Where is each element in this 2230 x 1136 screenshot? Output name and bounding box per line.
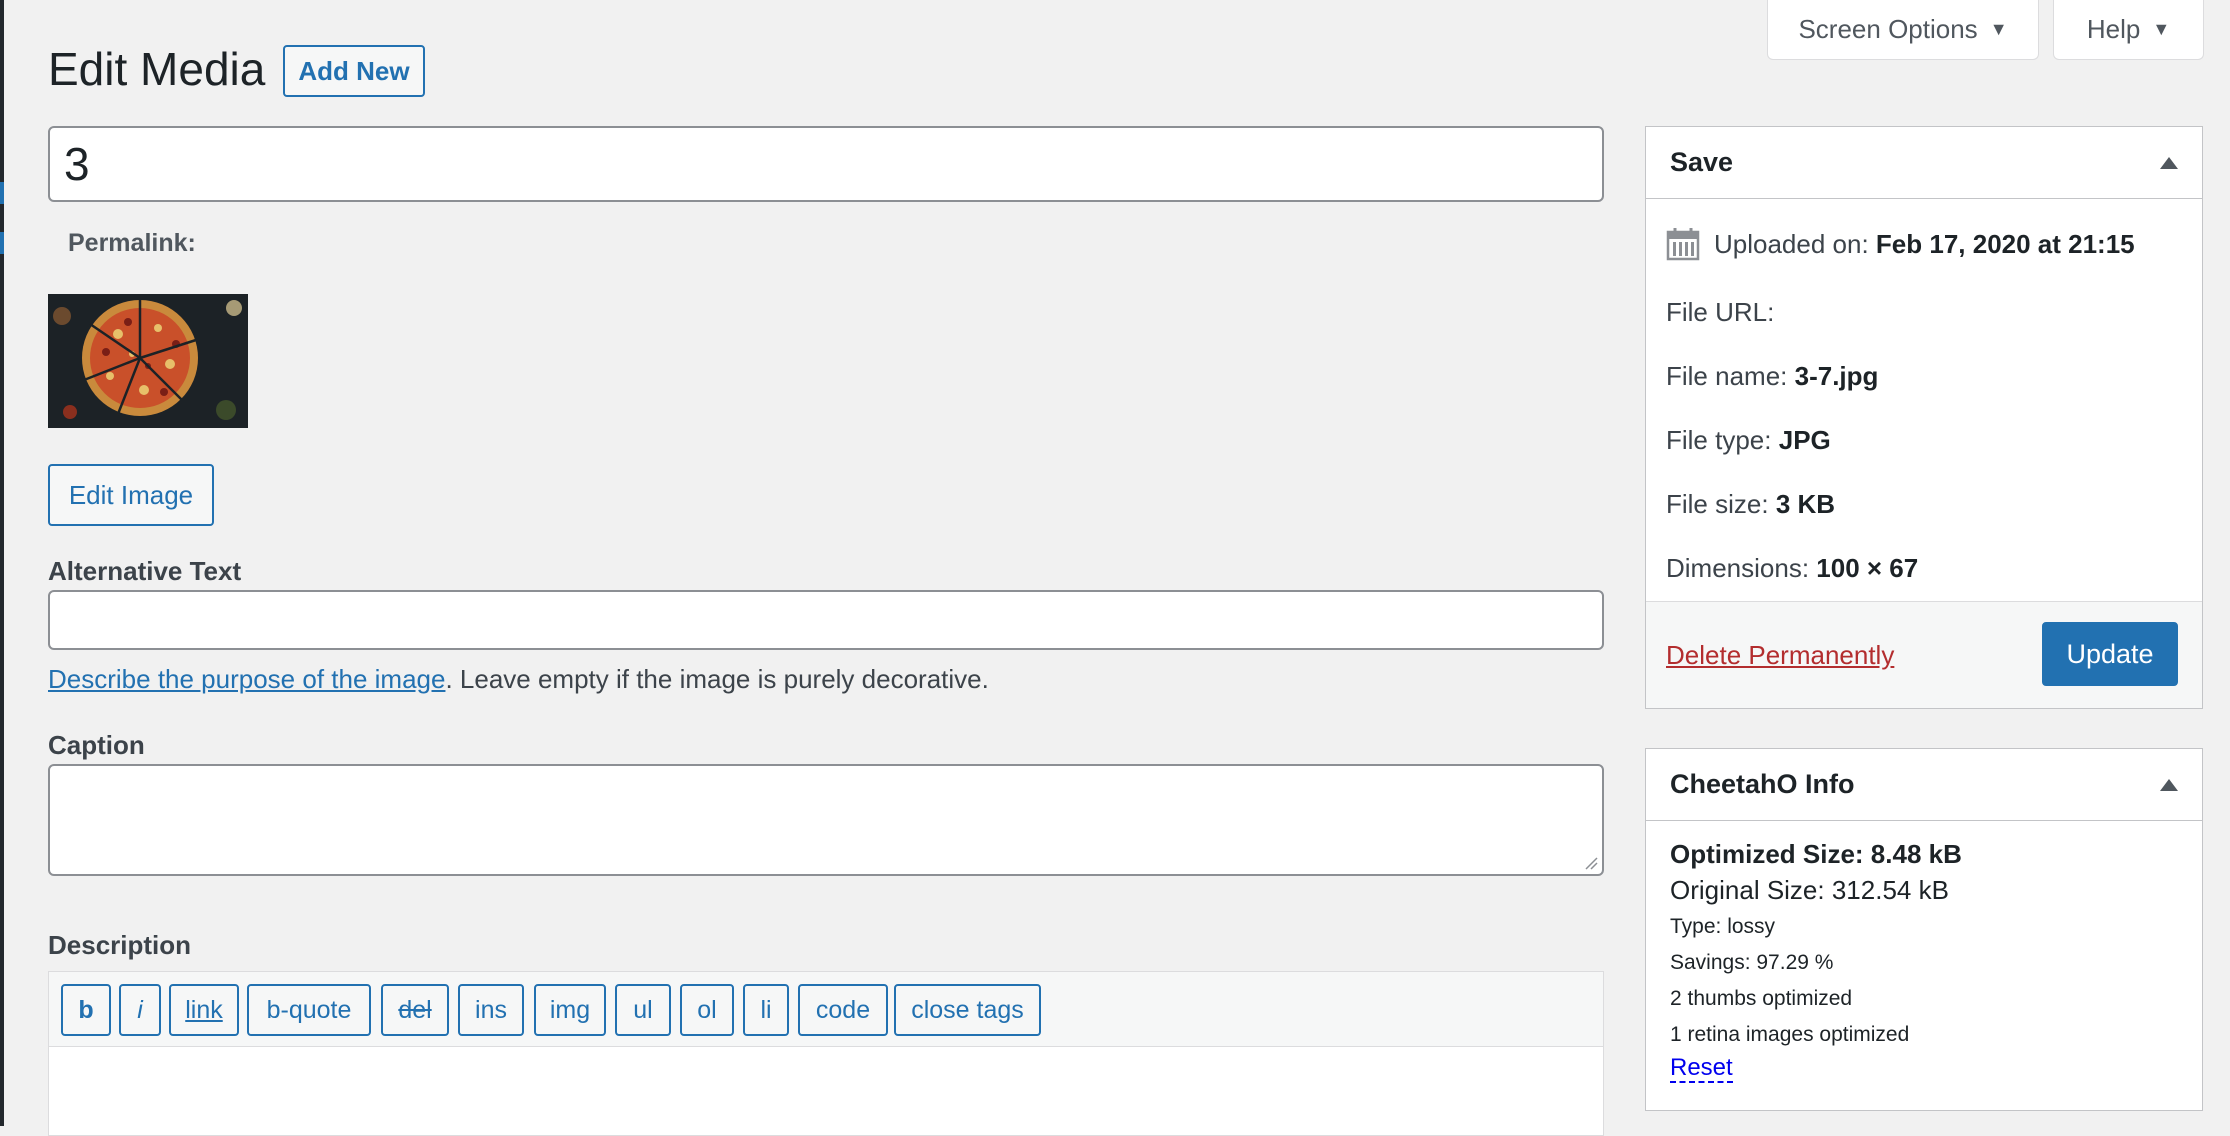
caret-down-icon: ▼ xyxy=(2152,19,2171,39)
permalink-label: Permalink: xyxy=(68,229,196,257)
qt-link-button[interactable]: link xyxy=(169,984,239,1036)
file-type-value: JPG xyxy=(1778,425,1831,455)
dimensions-label: Dimensions: xyxy=(1666,553,1810,583)
file-type-row: File type: JPG xyxy=(1666,425,1831,456)
sidebar-indicator xyxy=(0,182,4,204)
file-size-value: 3 KB xyxy=(1775,489,1836,519)
describe-purpose-link[interactable]: Describe the purpose of the image xyxy=(48,664,445,694)
save-title: Save xyxy=(1670,147,1734,177)
description-editor[interactable] xyxy=(48,1046,1604,1136)
qt-ul-button[interactable]: ul xyxy=(615,984,671,1036)
qt-close-tags-button[interactable]: close tags xyxy=(894,984,1041,1036)
admin-sidebar-edge xyxy=(0,0,4,1126)
quicktags-toolbar: b i link b-quote del ins img ul ol li co… xyxy=(48,971,1604,1046)
alt-text-help: Describe the purpose of the image. Leave… xyxy=(48,664,989,695)
file-size-row: File size: 3 KB xyxy=(1666,489,1835,520)
page-title: Edit Media xyxy=(48,43,266,95)
uploaded-on-row: Uploaded on: Feb 17, 2020 at 21:15 xyxy=(1666,227,2135,261)
qt-li-button[interactable]: li xyxy=(743,984,789,1036)
help-tab[interactable]: Help ▼ xyxy=(2053,0,2204,60)
title-input[interactable]: 3 xyxy=(48,126,1604,202)
save-postbox-header[interactable]: Save xyxy=(1646,127,2202,199)
media-thumbnail xyxy=(48,294,248,428)
qt-img-button[interactable]: img xyxy=(534,984,606,1036)
reset-link[interactable]: Reset xyxy=(1670,1054,1733,1084)
caption-label: Caption xyxy=(48,730,145,760)
qt-italic-button[interactable]: i xyxy=(119,984,161,1036)
alt-text-label: Alternative Text xyxy=(48,556,242,586)
sidebar-indicator xyxy=(0,232,4,254)
collapse-arrow-icon[interactable] xyxy=(2160,156,2178,169)
delete-permanently-link[interactable]: Delete Permanently xyxy=(1666,640,1894,671)
collapse-arrow-icon[interactable] xyxy=(2160,778,2178,791)
file-name-label: File name: xyxy=(1666,361,1788,391)
add-new-button[interactable]: Add New xyxy=(283,45,425,97)
qt-bold-button[interactable]: b xyxy=(61,984,111,1036)
calendar-icon xyxy=(1666,228,1700,261)
qt-blockquote-button[interactable]: b-quote xyxy=(247,984,371,1036)
compression-type: Type: lossy xyxy=(1670,915,1776,938)
qt-ins-button[interactable]: ins xyxy=(458,984,524,1036)
uploaded-value: Feb 17, 2020 at 21:15 xyxy=(1875,228,2135,259)
file-url-row: File URL: xyxy=(1666,297,1774,328)
qt-ol-button[interactable]: ol xyxy=(680,984,734,1036)
save-postbox: Save Uploaded on: Feb 17, 2020 at 21:15 … xyxy=(1645,126,2203,709)
description-label: Description xyxy=(48,930,192,960)
update-button[interactable]: Update xyxy=(2042,622,2178,686)
edit-image-button[interactable]: Edit Image xyxy=(48,464,214,526)
help-label: Help xyxy=(2086,14,2141,44)
screen-options-tab[interactable]: Screen Options ▼ xyxy=(1767,0,2039,60)
retina-optimized: 1 retina images optimized xyxy=(1670,1023,1910,1046)
optimized-size: Optimized Size: 8.48 kB xyxy=(1670,839,1962,869)
caret-down-icon: ▼ xyxy=(1989,19,2008,39)
cheetaho-title: CheetahO Info xyxy=(1670,769,1855,799)
screen-options-label: Screen Options xyxy=(1798,14,1978,44)
file-type-label: File type: xyxy=(1666,425,1772,455)
original-size: Original Size: 312.54 kB xyxy=(1670,875,1949,905)
cheetaho-postbox-header[interactable]: CheetahO Info xyxy=(1646,749,2202,821)
resize-grip-icon[interactable] xyxy=(1584,856,1598,870)
pizza-image xyxy=(48,294,248,428)
alt-text-input[interactable] xyxy=(48,590,1604,650)
file-url-label: File URL: xyxy=(1666,297,1775,327)
alt-help-text: . Leave empty if the image is purely dec… xyxy=(445,664,989,694)
dimensions-row: Dimensions: 100 × 67 xyxy=(1666,553,1918,584)
cheetaho-info-postbox: CheetahO Info Optimized Size: 8.48 kB Or… xyxy=(1645,748,2203,1111)
dimensions-value: 100 × 67 xyxy=(1816,553,1919,583)
file-name-value: 3-7.jpg xyxy=(1794,361,1879,391)
savings: Savings: 97.29 % xyxy=(1670,951,1834,974)
thumbs-optimized: 2 thumbs optimized xyxy=(1670,987,1853,1010)
file-size-label: File size: xyxy=(1666,489,1769,519)
file-name-row: File name: 3-7.jpg xyxy=(1666,361,1878,392)
uploaded-label: Uploaded on: xyxy=(1714,228,1869,259)
qt-code-button[interactable]: code xyxy=(798,984,888,1036)
qt-del-button[interactable]: del xyxy=(381,984,449,1036)
save-actions: Delete Permanently Update xyxy=(1646,601,2202,708)
caption-textarea[interactable] xyxy=(48,764,1604,876)
